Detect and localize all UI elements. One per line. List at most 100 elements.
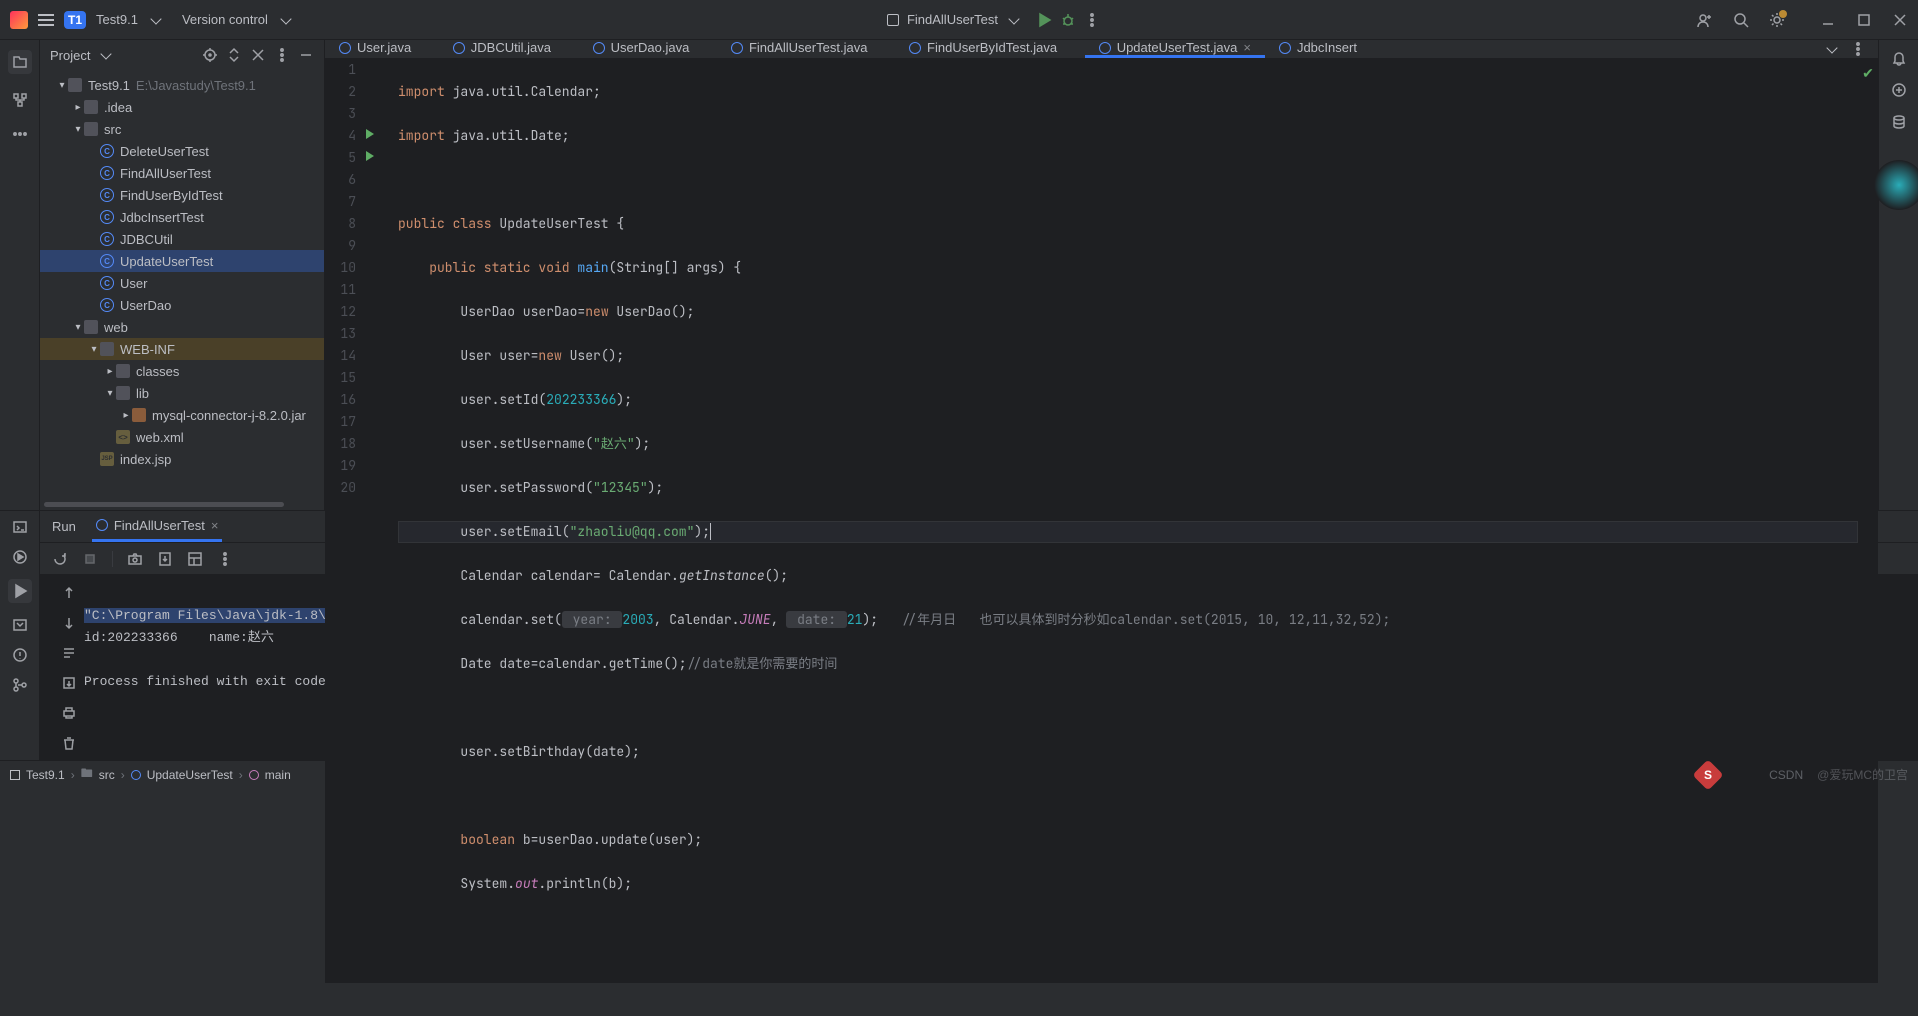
camera-icon[interactable] — [127, 551, 143, 567]
tree-row[interactable]: lib — [40, 382, 324, 404]
run-tab[interactable]: FindAllUserTest × — [92, 511, 223, 542]
expand-icon[interactable] — [226, 47, 242, 63]
more-icon[interactable] — [217, 551, 233, 567]
jsp-icon: JSP — [100, 452, 114, 466]
problems-icon[interactable] — [12, 647, 28, 663]
jar-icon — [132, 408, 146, 422]
editor-tab[interactable]: UpdateUserTest.java× — [1085, 40, 1265, 58]
run-gutter-icon[interactable] — [366, 129, 374, 139]
tree-row[interactable]: classes — [40, 360, 324, 382]
folder-icon — [116, 364, 130, 378]
chevron-down-icon[interactable] — [150, 13, 161, 24]
ai-icon[interactable] — [1891, 82, 1907, 98]
run-tool-icon[interactable] — [8, 579, 32, 603]
more-icon[interactable] — [1084, 12, 1100, 28]
settings-icon[interactable] — [1769, 12, 1785, 28]
check-icon[interactable]: ✔ — [1858, 59, 1878, 85]
close-icon[interactable] — [1892, 12, 1908, 28]
more-tools-icon[interactable] — [12, 126, 28, 142]
tree-row[interactable]: CFindAllUserTest — [40, 162, 324, 184]
terminal-icon[interactable] — [12, 519, 28, 535]
tree-row[interactable]: mysql-connector-j-8.2.0.jar — [40, 404, 324, 426]
services-icon[interactable] — [12, 549, 28, 565]
chevron-down-icon[interactable] — [1826, 42, 1837, 53]
editor-tab[interactable]: JdbcInsert× — [1265, 40, 1385, 58]
more-icon[interactable] — [274, 47, 290, 63]
code-editor[interactable]: import java.util.Calendar; import java.u… — [380, 59, 1858, 983]
layout-icon[interactable] — [187, 551, 203, 567]
class-icon: C — [100, 298, 114, 312]
project-tool-icon[interactable] — [8, 50, 32, 74]
tree-label: lib — [136, 386, 149, 401]
editor-tab[interactable]: UserDao.java× — [579, 40, 717, 58]
notifications-icon[interactable] — [1891, 50, 1907, 66]
print-icon[interactable] — [61, 705, 77, 721]
tree-row[interactable]: CFindUserByIdTest — [40, 184, 324, 206]
csdn-watermark: CSDN — [1769, 768, 1803, 782]
editor-tab[interactable]: FindAllUserTest.java× — [717, 40, 895, 58]
tree-row[interactable]: web — [40, 316, 324, 338]
h-scrollbar[interactable] — [44, 502, 320, 510]
tree-row[interactable]: <>web.xml — [40, 426, 324, 448]
editor-tab[interactable]: FindUserByIdTest.java× — [895, 40, 1085, 58]
tree-row[interactable]: CJdbcInsertTest — [40, 206, 324, 228]
menu-icon[interactable] — [38, 14, 54, 26]
tree-row[interactable]: CUserDao — [40, 294, 324, 316]
title-bar: T1 Test9.1 Version control FindAllUserTe… — [0, 0, 1918, 40]
build-icon[interactable] — [12, 617, 28, 633]
editor-tab[interactable]: User.java× — [325, 40, 439, 58]
chevron-down-icon[interactable] — [1008, 13, 1019, 24]
minimize-icon[interactable] — [1820, 12, 1836, 28]
hide-icon[interactable] — [298, 47, 314, 63]
trash-icon[interactable] — [61, 735, 77, 751]
tree-row[interactable]: Test9.1E:\Javastudy\Test9.1 — [40, 74, 324, 96]
tree-label: User — [120, 276, 147, 291]
close-icon[interactable]: × — [1243, 40, 1251, 55]
locate-icon[interactable] — [202, 47, 218, 63]
chevron-down-icon[interactable] — [101, 48, 112, 59]
rerun-icon[interactable] — [52, 551, 68, 567]
run-icon[interactable] — [1036, 12, 1052, 28]
structure-icon[interactable] — [12, 92, 28, 108]
folder-icon — [68, 78, 82, 92]
class-icon: C — [100, 254, 114, 268]
class-icon: C — [100, 232, 114, 246]
more-icon[interactable] — [1850, 41, 1866, 57]
tree-row[interactable]: JSPindex.jsp — [40, 448, 324, 470]
tree-label: JDBCUtil — [120, 232, 173, 247]
stop-icon[interactable] — [82, 551, 98, 567]
scroll-icon[interactable] — [61, 675, 77, 691]
tree-row[interactable]: CUser — [40, 272, 324, 294]
run-config[interactable]: FindAllUserTest — [907, 12, 998, 27]
maximize-icon[interactable] — [1856, 12, 1872, 28]
mascot-icon — [1874, 160, 1918, 210]
collapse-icon[interactable] — [250, 47, 266, 63]
wrap-icon[interactable] — [61, 645, 77, 661]
collab-icon[interactable] — [1697, 12, 1713, 28]
folder-icon — [84, 320, 98, 334]
run-gutter-icon[interactable] — [366, 151, 374, 161]
editor-tab[interactable]: JDBCUtil.java× — [439, 40, 579, 58]
export-icon[interactable] — [157, 551, 173, 567]
project-tree[interactable]: Test9.1E:\Javastudy\Test9.1.ideasrcCDele… — [40, 70, 324, 502]
down-icon[interactable] — [61, 615, 77, 631]
tree-row[interactable]: CUpdateUserTest — [40, 250, 324, 272]
project-name[interactable]: Test9.1 — [96, 12, 138, 27]
vcs-icon[interactable] — [12, 677, 28, 693]
tree-row[interactable]: src — [40, 118, 324, 140]
debug-icon[interactable] — [1060, 12, 1076, 28]
database-icon[interactable] — [1891, 114, 1907, 130]
class-icon — [96, 519, 108, 531]
up-icon[interactable] — [61, 585, 77, 601]
tree-row[interactable]: C JDBCUtil — [40, 228, 324, 250]
folder-icon — [84, 122, 98, 136]
tree-label: DeleteUserTest — [120, 144, 209, 159]
search-icon[interactable] — [1733, 12, 1749, 28]
tree-row[interactable]: .idea — [40, 96, 324, 118]
breadcrumb[interactable]: Test9.1› 🖿 src› UpdateUserTest› main — [10, 764, 291, 785]
close-icon[interactable]: × — [211, 518, 219, 533]
tree-row[interactable]: WEB-INF — [40, 338, 324, 360]
vcs-menu[interactable]: Version control — [182, 12, 268, 27]
editor-marks: ✔ — [1858, 59, 1878, 983]
tree-row[interactable]: CDeleteUserTest — [40, 140, 324, 162]
